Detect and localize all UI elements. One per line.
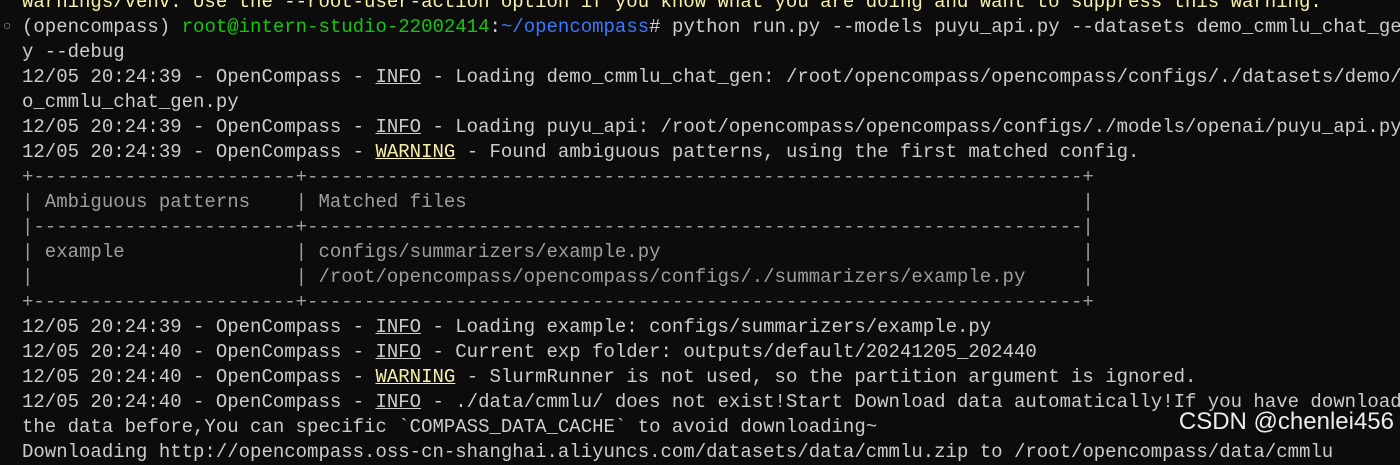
log-prefix: 12/05 20:24:39 - OpenCompass -	[22, 66, 376, 88]
terminal-line: y --debug	[0, 40, 1400, 65]
terminal-line: 12/05 20:24:40 - OpenCompass - INFO - Cu…	[0, 340, 1400, 365]
terminal-line: | | /root/opencompass/opencompass/config…	[0, 265, 1400, 290]
log-level-warning: WARNING	[375, 141, 456, 163]
prompt-colon: :	[489, 16, 501, 38]
log-level-info: INFO	[375, 316, 422, 338]
table-row: | Ambiguous patterns | Matched files |	[22, 191, 1094, 213]
table-row: | | /root/opencompass/opencompass/config…	[22, 266, 1094, 288]
terminal-line: +-----------------------+---------------…	[0, 290, 1400, 315]
log-prefix: 12/05 20:24:40 - OpenCompass -	[22, 366, 376, 388]
log-level-info: INFO	[375, 391, 422, 413]
prompt-marker-icon: ○	[3, 19, 12, 35]
output-text: warnings/venv. Use the --root-user-actio…	[22, 0, 1322, 13]
terminal-line: 12/05 20:24:39 - OpenCompass - INFO - Lo…	[0, 315, 1400, 340]
terminal-line: | Ambiguous patterns | Matched files |	[0, 190, 1400, 215]
prompt-user-host: root@intern-studio-22002414	[181, 16, 490, 38]
log-message: - Loading demo_cmmlu_chat_gen: /root/ope…	[421, 66, 1400, 88]
log-level-info: INFO	[375, 341, 422, 363]
log-level-info: INFO	[375, 116, 422, 138]
terminal-line: 12/05 20:24:39 - OpenCompass - WARNING -…	[0, 140, 1400, 165]
log-prefix: 12/05 20:24:39 - OpenCompass -	[22, 116, 376, 138]
command-text: python run.py --models puyu_api.py --dat…	[671, 16, 1400, 38]
log-prefix: 12/05 20:24:39 - OpenCompass -	[22, 316, 376, 338]
log-message: - Loading puyu_api: /root/opencompass/op…	[421, 116, 1400, 138]
conda-env-label: (opencompass)	[22, 16, 182, 38]
terminal-line: 12/05 20:24:39 - OpenCompass - INFO - Lo…	[0, 115, 1400, 140]
log-prefix: 12/05 20:24:39 - OpenCompass -	[22, 141, 376, 163]
output-text: Downloading http://opencompass.oss-cn-sh…	[22, 441, 1334, 463]
terminal-line: ○ (opencompass) root@intern-studio-220024…	[0, 15, 1400, 40]
csdn-watermark: CSDN @chenlei456	[1178, 408, 1394, 435]
log-prefix: 12/05 20:24:40 - OpenCompass -	[22, 341, 376, 363]
table-row: +-----------------------+---------------…	[22, 166, 1094, 188]
table-row: |-----------------------+---------------…	[22, 216, 1094, 238]
prompt-path: ~/opencompass	[500, 16, 650, 38]
log-message: - Found ambiguous patterns, using the fi…	[455, 141, 1140, 163]
log-message: - SlurmRunner is not used, so the partit…	[455, 366, 1197, 388]
output-text: y --debug	[22, 41, 125, 63]
log-level-warning: WARNING	[375, 366, 456, 388]
log-prefix: 12/05 20:24:40 - OpenCompass -	[22, 391, 376, 413]
terminal-line: 12/05 20:24:40 - OpenCompass - WARNING -…	[0, 365, 1400, 390]
terminal-output[interactable]: warnings/venv. Use the --root-user-actio…	[0, 0, 1400, 465]
table-row: | example | configs/summarizers/example.…	[22, 241, 1094, 263]
log-message: - Current exp folder: outputs/default/20…	[421, 341, 1037, 363]
terminal-line: warnings/venv. Use the --root-user-actio…	[0, 0, 1400, 15]
terminal-line: |-----------------------+---------------…	[0, 215, 1400, 240]
terminal-line: o_cmmlu_chat_gen.py	[0, 90, 1400, 115]
log-level-info: INFO	[375, 66, 422, 88]
terminal-line: +-----------------------+---------------…	[0, 165, 1400, 190]
prompt-symbol: #	[649, 16, 672, 38]
table-row: +-----------------------+---------------…	[22, 291, 1094, 313]
terminal-line: Downloading http://opencompass.oss-cn-sh…	[0, 440, 1400, 465]
terminal-line: | example | configs/summarizers/example.…	[0, 240, 1400, 265]
terminal-line: 12/05 20:24:39 - OpenCompass - INFO - Lo…	[0, 65, 1400, 90]
output-text: the data before,You can specific `COMPAS…	[22, 416, 878, 438]
log-message: - Loading example: configs/summarizers/e…	[421, 316, 992, 338]
output-text: o_cmmlu_chat_gen.py	[22, 91, 239, 113]
